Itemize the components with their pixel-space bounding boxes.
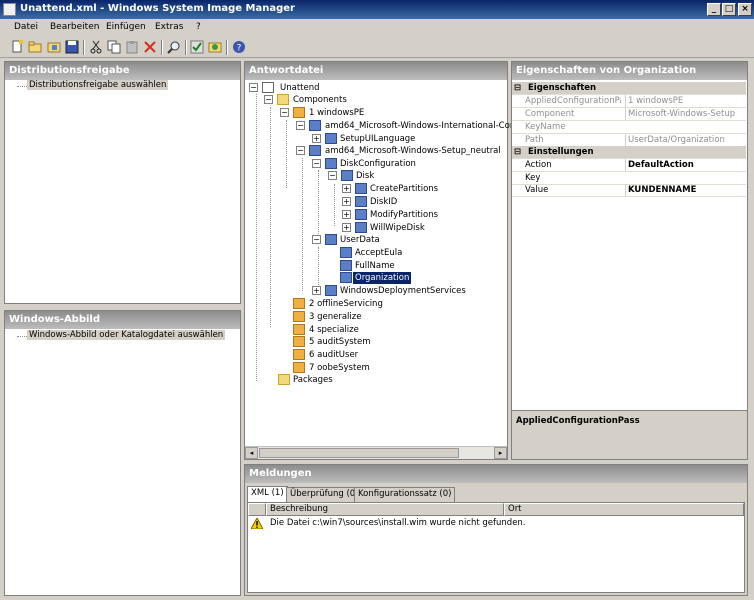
svg-text:?: ? bbox=[237, 44, 242, 54]
setting-icon bbox=[340, 247, 352, 258]
tree-node-organization-label: Organization bbox=[353, 272, 412, 284]
answer-file-panel: Antwortdatei − Unattend − Components − 1… bbox=[244, 61, 532, 460]
column-location[interactable]: Ort bbox=[504, 503, 744, 516]
distribution-share-header: Distributionsfreigabe bbox=[5, 62, 240, 80]
tab-validation[interactable]: Überprüfung (0) bbox=[286, 487, 363, 502]
configuration-pass-icon bbox=[293, 107, 305, 118]
properties-header: Eigenschaften von Organization bbox=[512, 62, 747, 80]
category-einstellungen[interactable]: ⊟ Einstellungen bbox=[512, 146, 746, 159]
component-icon bbox=[309, 145, 321, 156]
property-row[interactable]: Component Microsoft-Windows-Setup bbox=[512, 108, 746, 121]
windows-image-panel: Windows-Abbild Windows-Abbild oder Katal… bbox=[4, 310, 241, 596]
configuration-pass-icon bbox=[293, 349, 305, 360]
menu-bar: Datei Bearbeiten Einfügen Extras ? bbox=[0, 19, 754, 37]
horizontal-scrollbar[interactable]: ◂ ▸ bbox=[245, 446, 507, 459]
configuration-set-icon[interactable] bbox=[208, 40, 222, 54]
save-icon[interactable] bbox=[65, 40, 79, 54]
category-eigenschaften[interactable]: ⊟ Eigenschaften bbox=[512, 82, 746, 95]
delete-icon[interactable] bbox=[143, 40, 157, 54]
select-distribution-share[interactable]: Distributionsfreigabe auswählen bbox=[27, 80, 169, 90]
description-title: AppliedConfigurationPass bbox=[516, 416, 640, 426]
folder-icon bbox=[278, 374, 290, 385]
column-description[interactable]: Beschreibung bbox=[266, 503, 504, 516]
setting-icon bbox=[325, 158, 337, 169]
component-icon bbox=[309, 120, 321, 131]
app-icon bbox=[3, 3, 16, 16]
tab-configuration-set[interactable]: Konfigurationssatz (0) bbox=[354, 487, 456, 502]
setting-icon bbox=[355, 183, 367, 194]
setting-row-action[interactable]: Action DefaultAction bbox=[512, 159, 746, 172]
setting-icon bbox=[340, 272, 352, 283]
distribution-share-panel: Distributionsfreigabe Distributionsfreig… bbox=[4, 61, 241, 304]
answer-file-header: Antwortdatei bbox=[245, 62, 507, 80]
windows-image-header: Windows-Abbild bbox=[5, 311, 240, 329]
setting-icon bbox=[325, 234, 337, 245]
new-icon[interactable] bbox=[10, 40, 24, 54]
menu-einfuegen[interactable]: Einfügen bbox=[106, 22, 146, 32]
configuration-pass-icon bbox=[293, 311, 305, 322]
close-button[interactable]: × bbox=[738, 3, 752, 16]
window-title: Unattend.xml - Windows System Image Mana… bbox=[20, 3, 295, 14]
menu-datei[interactable]: Datei bbox=[14, 22, 38, 32]
folder-icon bbox=[277, 94, 289, 105]
menu-extras[interactable]: Extras bbox=[155, 22, 183, 32]
messages-panel: Meldungen XML (1) Überprüfung (0) Konfig… bbox=[244, 464, 748, 596]
open-icon[interactable] bbox=[28, 40, 42, 54]
toolbar: ? bbox=[0, 37, 754, 58]
validate-icon[interactable] bbox=[190, 40, 204, 54]
configuration-pass-icon bbox=[293, 298, 305, 309]
cut-icon[interactable] bbox=[89, 40, 103, 54]
component-icon bbox=[325, 285, 337, 296]
setting-icon bbox=[355, 222, 367, 233]
setting-icon bbox=[325, 133, 337, 144]
description-area: AppliedConfigurationPass bbox=[512, 410, 747, 459]
configuration-pass-icon bbox=[293, 324, 305, 335]
setting-icon bbox=[355, 196, 367, 207]
answer-file-icon bbox=[262, 82, 274, 93]
tab-xml[interactable]: XML (1) bbox=[247, 486, 288, 502]
help-icon[interactable]: ? bbox=[232, 40, 246, 54]
properties-panel: Eigenschaften von Organization ⊟ Eigensch… bbox=[511, 61, 748, 460]
message-row[interactable]: Die Datei c:\win7\sources\install.wim wu… bbox=[248, 517, 744, 530]
configuration-pass-icon bbox=[293, 362, 305, 373]
message-text: Die Datei c:\win7\sources\install.wim wu… bbox=[270, 518, 526, 528]
maximize-button[interactable]: □ bbox=[722, 3, 736, 16]
scroll-right-button[interactable]: ▸ bbox=[494, 447, 507, 459]
scroll-thumb[interactable] bbox=[259, 448, 459, 458]
list-item-icon bbox=[341, 170, 353, 181]
menu-help[interactable]: ? bbox=[196, 22, 201, 32]
setting-icon bbox=[355, 209, 367, 220]
scroll-left-button[interactable]: ◂ bbox=[245, 447, 258, 459]
column-icon[interactable] bbox=[248, 503, 266, 516]
open-image-icon[interactable] bbox=[47, 40, 61, 54]
warning-icon bbox=[251, 518, 263, 529]
minimize-button[interactable]: _ bbox=[707, 3, 721, 16]
menu-bearbeiten[interactable]: Bearbeiten bbox=[50, 22, 99, 32]
property-row[interactable]: AppliedConfigurationPass1 windowsPE bbox=[512, 95, 746, 108]
messages-header: Meldungen bbox=[245, 465, 747, 483]
setting-row-value[interactable]: Value KUNDENNAME bbox=[512, 184, 746, 197]
messages-list: Beschreibung Ort Die Datei c:\win7\sourc… bbox=[247, 502, 745, 593]
find-icon[interactable] bbox=[167, 40, 181, 54]
property-row[interactable]: KeyName bbox=[512, 121, 746, 134]
select-windows-image[interactable]: Windows-Abbild oder Katalogdatei auswähl… bbox=[27, 330, 226, 340]
configuration-pass-icon bbox=[293, 336, 305, 347]
title-bar: Unattend.xml - Windows System Image Mana… bbox=[0, 0, 754, 19]
copy-icon[interactable] bbox=[107, 40, 121, 54]
setting-icon bbox=[340, 260, 352, 271]
paste-icon[interactable] bbox=[125, 40, 139, 54]
